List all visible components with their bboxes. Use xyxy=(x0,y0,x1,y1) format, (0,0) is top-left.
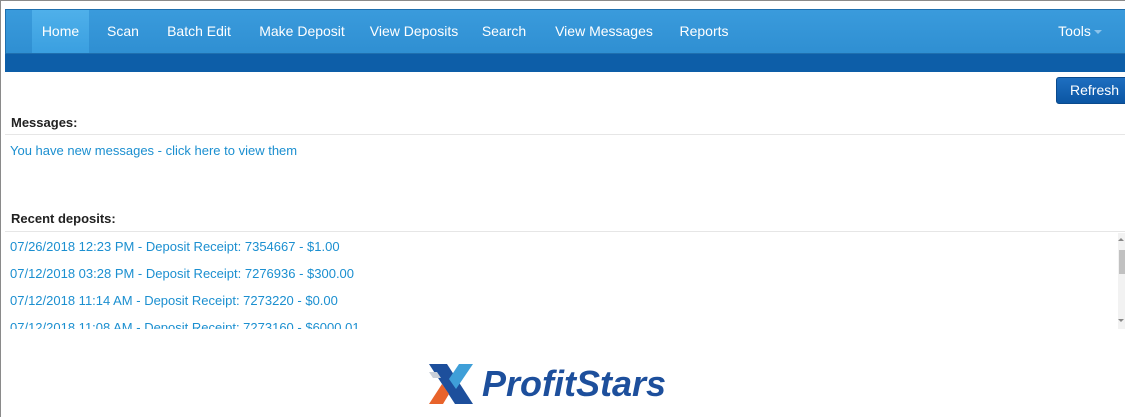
scroll-thumb[interactable] xyxy=(1119,250,1125,274)
deposits-scrollbar[interactable] xyxy=(1118,233,1125,329)
nav-reports[interactable]: Reports xyxy=(674,10,734,53)
chevron-down-icon xyxy=(1093,30,1102,35)
profitstars-logo: ProfitStars xyxy=(427,360,727,410)
sub-nav-bar xyxy=(5,54,1125,72)
nav-make-deposit[interactable]: Make Deposit xyxy=(254,10,350,53)
nav-view-messages[interactable]: View Messages xyxy=(549,10,659,53)
top-nav: Home Scan Batch Edit Make Deposit View D… xyxy=(5,9,1125,54)
divider xyxy=(5,134,1125,135)
list-item[interactable]: 07/12/2018 11:08 AM - Deposit Receipt: 7… xyxy=(10,320,360,329)
scroll-down-icon[interactable] xyxy=(1118,319,1124,322)
nav-tools-label: Tools xyxy=(1058,23,1091,39)
recent-deposits-title: Recent deposits: xyxy=(11,211,116,226)
list-item[interactable]: 07/26/2018 12:23 PM - Deposit Receipt: 7… xyxy=(10,239,340,254)
nav-search[interactable]: Search xyxy=(478,10,530,53)
nav-scan[interactable]: Scan xyxy=(100,10,146,53)
nav-tools[interactable]: Tools xyxy=(1052,10,1108,53)
logo-star-icon xyxy=(429,364,473,404)
recent-deposits-list[interactable]: 07/26/2018 12:23 PM - Deposit Receipt: 7… xyxy=(5,233,1125,329)
logo-text: ProfitStars xyxy=(482,363,667,404)
nav-home[interactable]: Home xyxy=(32,10,89,53)
nav-view-deposits[interactable]: View Deposits xyxy=(366,10,462,53)
list-item[interactable]: 07/12/2018 11:14 AM - Deposit Receipt: 7… xyxy=(10,293,338,308)
new-messages-link[interactable]: You have new messages - click here to vi… xyxy=(10,143,297,158)
refresh-button[interactable]: Refresh xyxy=(1056,77,1125,104)
scroll-up-icon[interactable] xyxy=(1118,238,1124,241)
divider xyxy=(5,231,1125,232)
messages-title: Messages: xyxy=(11,115,78,130)
list-item[interactable]: 07/12/2018 03:28 PM - Deposit Receipt: 7… xyxy=(10,266,354,281)
nav-batch-edit[interactable]: Batch Edit xyxy=(161,10,237,53)
